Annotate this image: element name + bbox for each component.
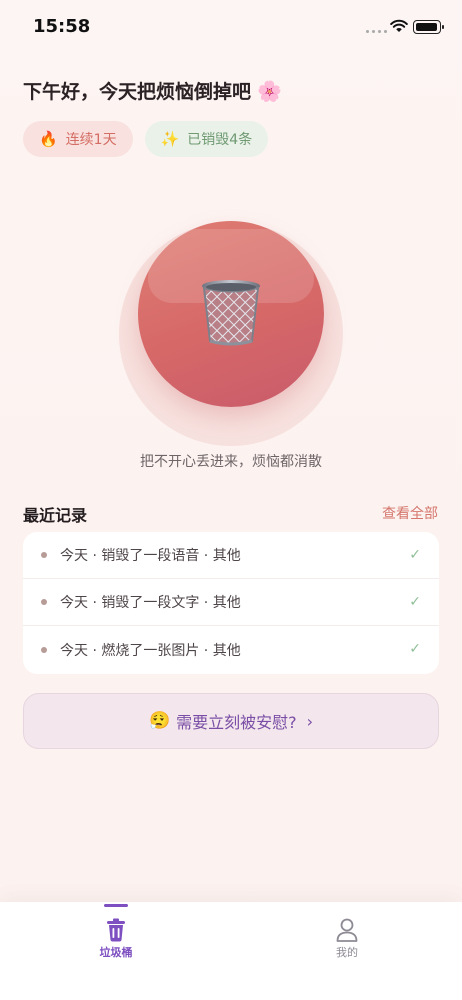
- trash-button[interactable]: [138, 221, 324, 407]
- recent-title: 最近记录: [23, 506, 88, 525]
- trash-hint: 把不开心丢进来，烦恼都消散: [140, 454, 322, 470]
- recent-list: 今天 · 销毁了一段语音 · 其他 ✓ 今天 · 销毁了一段文字 · 其他 ✓ …: [23, 532, 439, 674]
- person-icon: [336, 918, 358, 942]
- bullet-dot: [41, 552, 47, 558]
- bullet-dot: [41, 599, 47, 605]
- list-item[interactable]: 今天 · 销毁了一段语音 · 其他 ✓: [23, 532, 439, 579]
- comfort-label: 需要立刻被安慰?: [176, 713, 297, 732]
- bullet-dot: [41, 646, 47, 653]
- check-icon: ✓: [409, 594, 421, 610]
- view-all-link[interactable]: 查看全部: [382, 503, 438, 523]
- streak-label: 连续1天: [65, 132, 117, 148]
- check-icon: ✓: [409, 547, 421, 563]
- comfort-button[interactable]: 😮‍💨 需要立刻被安慰? ›: [23, 693, 439, 749]
- stats-chips: 🔥 连续1天 ✨ 已销毁4条: [23, 121, 269, 157]
- streak-chip: 🔥 连续1天: [23, 121, 133, 157]
- tab-trash[interactable]: 垃圾桶: [56, 902, 176, 972]
- record-text: 今天 · 销毁了一段文字 · 其他: [60, 595, 241, 611]
- cellular-signal-icon: [366, 30, 387, 33]
- record-text: 今天 · 燃烧了一张图片 · 其他: [60, 642, 241, 659]
- tab-bar: 垃圾桶 我的: [0, 902, 462, 1000]
- screen: 15:58 下午好，今天把烦恼倒掉吧 🌸 🔥 连续1天 ✨ 已销毁4条 把不开心…: [0, 0, 462, 1000]
- wifi-icon: [390, 19, 408, 32]
- tab-mine[interactable]: 我的: [287, 902, 407, 972]
- tab-label: 垃圾桶: [99, 946, 133, 959]
- chevron-right-icon: ›: [306, 711, 314, 731]
- sparkles-icon: ✨: [160, 130, 180, 148]
- sigh-face-icon: 😮‍💨: [148, 711, 171, 731]
- tab-active-indicator: [104, 904, 128, 907]
- record-text: 今天 · 销毁了一段语音 · 其他: [60, 548, 241, 564]
- tab-label: 我的: [336, 946, 358, 959]
- wastebasket-icon: [202, 280, 260, 346]
- flower-icon: 🌸: [257, 78, 282, 103]
- greeting: 下午好，今天把烦恼倒掉吧 🌸: [23, 77, 282, 104]
- destroyed-chip: ✨ 已销毁4条: [144, 121, 269, 157]
- list-item[interactable]: 今天 · 销毁了一段文字 · 其他 ✓: [23, 579, 439, 626]
- list-item[interactable]: 今天 · 燃烧了一张图片 · 其他 ✓: [23, 626, 439, 673]
- status-bar: 15:58: [0, 0, 462, 54]
- fire-icon: 🔥: [39, 130, 58, 148]
- status-time: 15:58: [33, 16, 91, 37]
- check-icon: ✓: [409, 641, 421, 657]
- trash-icon: [107, 918, 125, 942]
- greeting-text: 下午好，今天把烦恼倒掉吧: [23, 81, 252, 103]
- destroyed-label: 已销毁4条: [187, 132, 253, 148]
- battery-icon: [413, 20, 444, 34]
